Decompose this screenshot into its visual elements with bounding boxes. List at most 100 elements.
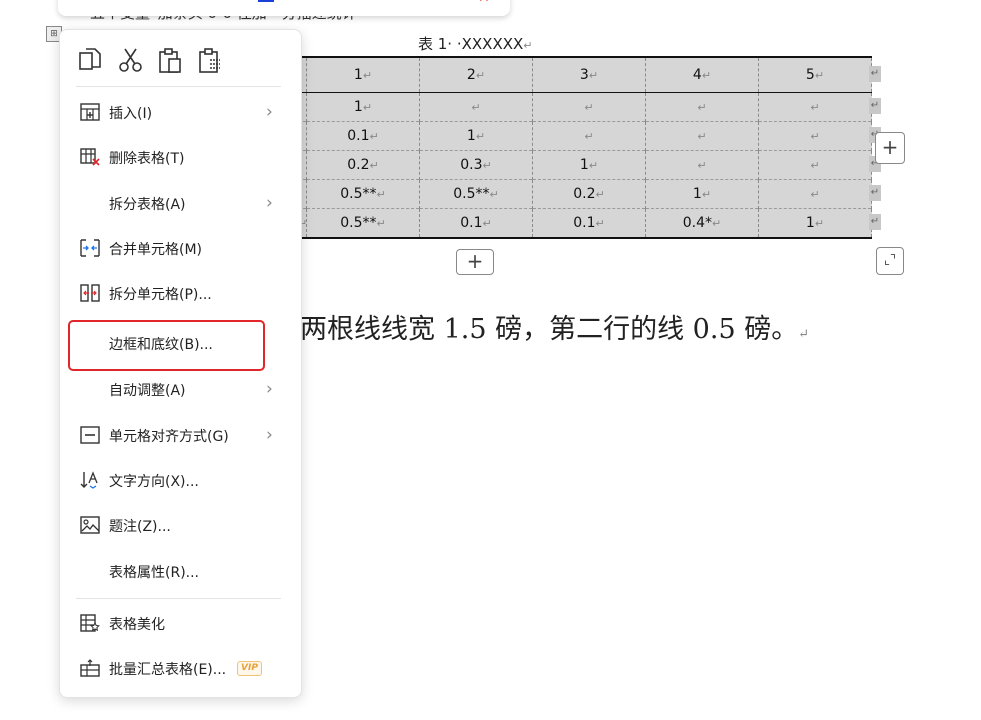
table-caption: 表 1· ·XXXXXX↵ xyxy=(418,33,533,54)
menu-item-label: 删除表格(T) xyxy=(109,151,185,167)
red-highlight-box xyxy=(68,320,265,371)
table-header-cell[interactable]: 1↵ xyxy=(306,56,420,93)
insert-table-icon xyxy=(80,103,100,121)
table-cell[interactable]: 1↵ xyxy=(306,92,420,122)
table-cell[interactable]: ↵ xyxy=(645,121,759,151)
table-header-row: 1↵ 2↵ 3↵ 4↵ 5↵ xyxy=(298,56,872,93)
row-end-mark: ↵ xyxy=(869,98,881,114)
chevron-right-icon: › xyxy=(266,379,273,399)
table-cell[interactable]: ↵ xyxy=(532,121,646,151)
table-cell[interactable]: 0.1↵ xyxy=(419,208,533,238)
chevron-right-icon: › xyxy=(266,425,273,445)
paste-button[interactable] xyxy=(156,46,186,78)
menu-divider xyxy=(76,598,281,599)
table-cell[interactable]: 0.5**↵ xyxy=(306,179,420,209)
paste-icon xyxy=(159,48,181,73)
text-direction-icon xyxy=(80,471,100,489)
menu-item-split-cells[interactable]: 拆分单元格(P)... xyxy=(60,274,301,312)
table-cell[interactable]: 0.5**↵ xyxy=(306,208,420,238)
menu-item-label: 题注(Z)... xyxy=(109,519,171,535)
table-row: 0.2↵ 0.3↵ 1↵ ↵ ↵ xyxy=(298,150,872,180)
body-paragraph: 两根线线宽 1.5 磅，第二行的线 0.5 磅。↵ xyxy=(300,307,809,346)
add-column-button[interactable]: + xyxy=(875,132,905,164)
table-cell[interactable]: 0.1↵ xyxy=(532,208,646,238)
floating-format-toolbar[interactable]: ✕ xyxy=(58,0,510,16)
merge-cells-icon xyxy=(80,239,100,257)
table-header-cell[interactable]: 2↵ xyxy=(419,56,533,93)
vip-badge: VIP xyxy=(237,661,262,676)
table-beautify-icon xyxy=(80,614,100,632)
menu-item-label: 拆分单元格(P)... xyxy=(109,287,212,303)
table-cell[interactable]: 1↵ xyxy=(645,179,759,209)
menu-item-label: 批量汇总表格(E)... xyxy=(109,662,227,678)
copy-icon xyxy=(79,48,101,70)
table-cell[interactable]: ↵ xyxy=(645,150,759,180)
menu-item-label: 表格属性(R)... xyxy=(109,565,200,581)
paragraph-mark: ↵ xyxy=(523,39,533,52)
table-cell[interactable]: 1↵ xyxy=(758,208,872,238)
menu-item-auto-fit[interactable]: 自动调整(A) › xyxy=(60,370,301,408)
caption-text: 表 1· ·XXXXXX xyxy=(418,35,524,53)
menu-divider xyxy=(76,86,281,87)
table-cell[interactable]: 0.1↵ xyxy=(306,121,420,151)
table-cell[interactable]: ↵ xyxy=(758,150,872,180)
menu-item-delete-table[interactable]: 删除表格(T) xyxy=(60,138,301,176)
body-paragraph-text: 两根线线宽 1.5 磅，第二行的线 0.5 磅。 xyxy=(300,314,799,345)
add-row-button[interactable]: + xyxy=(456,249,494,275)
data-table[interactable]: 1↵ 2↵ 3↵ 4↵ 5↵ 1↵ ↵ ↵ ↵ ↵ 0.1↵ 1↵ ↵ ↵ ↵ … xyxy=(298,56,872,239)
table-cell[interactable]: ↵ xyxy=(758,92,872,122)
menu-item-label: 单元格对齐方式(G) xyxy=(109,429,229,445)
paste-special-icon xyxy=(199,48,220,73)
menu-item-split-table[interactable]: 拆分表格(A) › xyxy=(60,184,301,222)
caption-icon xyxy=(80,516,100,534)
batch-summary-icon xyxy=(80,659,100,677)
menu-item-merge-cells[interactable]: 合并单元格(M) xyxy=(60,229,301,267)
table-cell[interactable]: 0.3↵ xyxy=(419,150,533,180)
table-cell[interactable]: ↵ xyxy=(758,121,872,151)
chevron-right-icon: › xyxy=(266,193,273,213)
table-cell[interactable]: 1↵ xyxy=(419,121,533,151)
table-cell[interactable]: ↵ xyxy=(419,92,533,122)
menu-item-table-properties[interactable]: 表格属性(R)... xyxy=(60,552,301,590)
table-resize-handle[interactable]: ⌞⌝ xyxy=(876,247,904,275)
row-end-mark: ↵ xyxy=(869,214,881,230)
menu-item-label: 自动调整(A) xyxy=(109,383,186,399)
table-cell[interactable]: 0.2↵ xyxy=(532,179,646,209)
menu-item-label: 表格美化 xyxy=(109,617,165,633)
menu-item-label: 文字方向(X)... xyxy=(109,474,199,490)
table-cell[interactable]: ↵ xyxy=(532,92,646,122)
menu-item-cell-alignment[interactable]: 单元格对齐方式(G) › xyxy=(60,416,301,454)
table-row: 1↵ ↵ ↵ ↵ ↵ xyxy=(298,92,872,122)
table-cell[interactable]: ↵ xyxy=(758,179,872,209)
table-row: ↵ 0.5**↵ 0.1↵ 0.1↵ 0.4*↵ 1↵ xyxy=(298,208,872,238)
chevron-right-icon: › xyxy=(266,102,273,122)
font-color-icon[interactable] xyxy=(258,0,274,2)
menu-item-text-direction[interactable]: 文字方向(X)... xyxy=(60,461,301,499)
menu-item-batch-summary[interactable]: 批量汇总表格(E)... VIP xyxy=(60,649,301,687)
clear-format-icon[interactable]: ✕ xyxy=(478,0,490,6)
split-cells-icon xyxy=(80,284,100,302)
table-header-cell[interactable]: 4↵ xyxy=(645,56,759,93)
menu-item-insert[interactable]: 插入(I) › xyxy=(60,93,301,131)
menu-item-label: 合并单元格(M) xyxy=(109,242,203,258)
table-header-cell[interactable]: 3↵ xyxy=(532,56,646,93)
copy-button[interactable] xyxy=(76,46,106,78)
row-end-mark: ↵ xyxy=(869,66,881,82)
paste-special-button[interactable] xyxy=(196,46,226,78)
table-row: 0.5**↵ 0.5**↵ 0.2↵ 1↵ ↵ xyxy=(298,179,872,209)
table-row: 0.1↵ 1↵ ↵ ↵ ↵ xyxy=(298,121,872,151)
row-end-mark: ↵ xyxy=(869,185,881,201)
table-cell[interactable]: 1↵ xyxy=(532,150,646,180)
paragraph-mark: ↵ xyxy=(798,327,810,342)
cut-button[interactable] xyxy=(116,46,146,78)
menu-item-caption[interactable]: 题注(Z)... xyxy=(60,506,301,544)
table-cell[interactable]: 0.2↵ xyxy=(306,150,420,180)
menu-item-table-beautify[interactable]: 表格美化 xyxy=(60,604,301,642)
table-cell[interactable]: 0.4*↵ xyxy=(645,208,759,238)
table-cell[interactable]: 0.5**↵ xyxy=(419,179,533,209)
table-header-cell[interactable]: 5↵ xyxy=(758,56,872,93)
table-context-menu[interactable]: 插入(I) › 删除表格(T) 拆分表格(A) › 合并单元格(M) 拆分单元格… xyxy=(59,29,302,698)
menu-item-label: 拆分表格(A) xyxy=(109,197,186,213)
table-cell[interactable]: ↵ xyxy=(645,92,759,122)
cut-icon xyxy=(119,48,142,72)
